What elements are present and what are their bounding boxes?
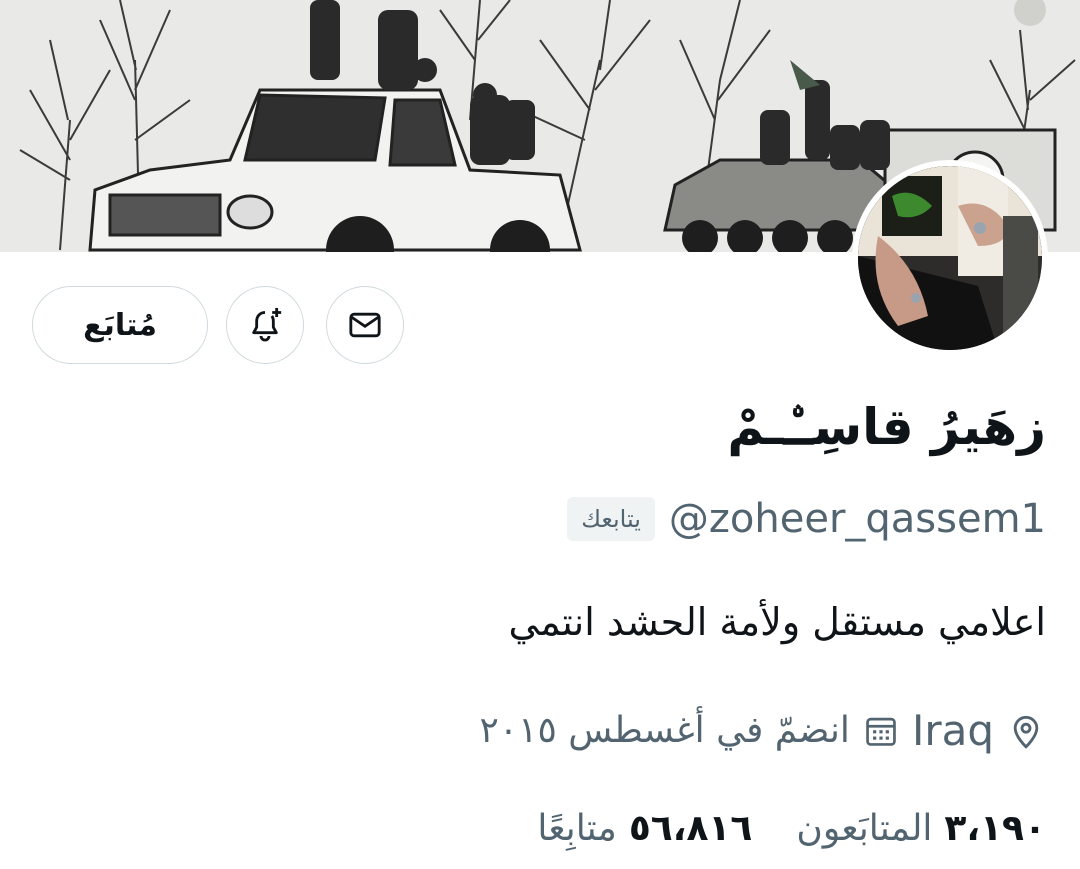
- following-stat[interactable]: ٥٦،٨١٦ متابِعًا: [537, 808, 752, 849]
- map-pin-icon: [1013, 715, 1039, 749]
- followers-label: المتابَعون: [796, 808, 933, 849]
- joined-item: انضمّ في أغسطس ٢٠١٥: [479, 710, 899, 751]
- profile-avatar[interactable]: [852, 160, 1048, 356]
- followers-count: ٣،١٩٠: [944, 808, 1046, 849]
- following-label: متابِعًا: [537, 808, 617, 849]
- message-button[interactable]: [326, 286, 404, 364]
- bell-plus-icon: [252, 308, 282, 342]
- location-text: Iraq: [911, 706, 994, 755]
- profile-meta: Iraq انضمّ في أغسطس ٢٠١٥: [479, 706, 1046, 755]
- profile-page: مُتابَع زهَيرُ قاسِـۨـمْ يتابعك @zoheer_…: [0, 0, 1080, 869]
- display-name: زهَيرُ قاسِـۨـمْ: [727, 398, 1046, 456]
- calendar-icon: [866, 717, 896, 746]
- followers-stat[interactable]: ٣،١٩٠ المتابَعون: [796, 808, 1046, 849]
- following-button[interactable]: مُتابَع: [32, 286, 208, 364]
- location-item: Iraq: [912, 706, 1046, 755]
- profile-stats: ٣،١٩٠ المتابَعون ٥٦،٨١٦ متابِعًا: [537, 808, 1046, 849]
- following-count: ٥٦،٨١٦: [628, 808, 753, 849]
- user-handle: @zoheer_qassem1: [668, 496, 1046, 542]
- follows-you-badge: يتابعك: [567, 497, 655, 541]
- envelope-icon: [349, 312, 381, 338]
- profile-bio: اعلامي مستقل ولأمة الحشد انتمي: [508, 600, 1046, 644]
- avatar-image: [858, 166, 1042, 350]
- handle-row: يتابعك @zoheer_qassem1: [567, 496, 1046, 542]
- following-button-label: مُتابَع: [83, 307, 157, 343]
- joined-date: انضمّ في أغسطس ٢٠١٥: [479, 710, 850, 751]
- notifications-button[interactable]: [226, 286, 304, 364]
